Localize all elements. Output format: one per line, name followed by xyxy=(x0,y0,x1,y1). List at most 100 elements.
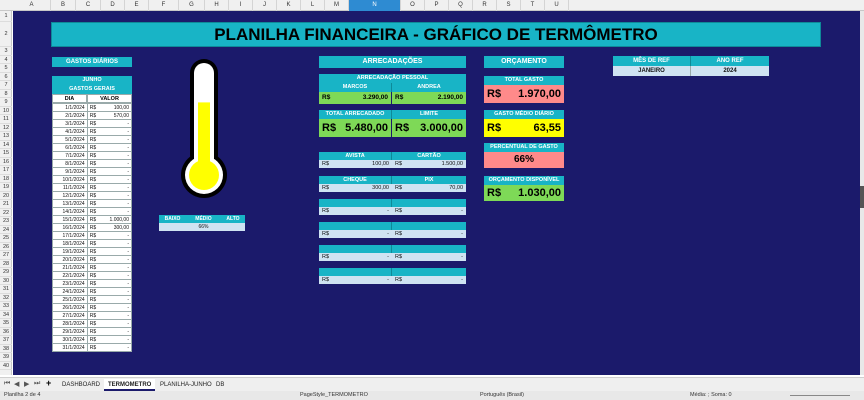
valor-cell[interactable]: R$ - xyxy=(86,279,133,288)
column-header-a[interactable]: A xyxy=(13,0,51,11)
dia-cell[interactable]: 23/1/2024 xyxy=(52,279,88,288)
tab-db[interactable]: DB xyxy=(212,379,228,391)
vertical-scrollbar[interactable] xyxy=(860,11,864,375)
column-header-q[interactable]: Q xyxy=(449,0,473,11)
row-header-14[interactable]: 14 xyxy=(0,141,12,149)
first-sheet-icon[interactable]: ⏮ xyxy=(4,380,10,388)
column-header-h[interactable]: H xyxy=(205,0,229,11)
valor-cell[interactable]: R$ - xyxy=(86,303,133,312)
row-header-8[interactable]: 8 xyxy=(0,90,12,98)
row-header-11[interactable]: 11 xyxy=(0,115,12,124)
add-sheet-button[interactable]: + xyxy=(46,378,51,388)
valor-cell[interactable]: R$ - xyxy=(86,183,133,192)
valor-cell[interactable]: R$ 570,00 xyxy=(86,111,133,120)
column-header-t[interactable]: T xyxy=(521,0,545,11)
column-header-c[interactable]: C xyxy=(76,0,101,11)
row-header-20[interactable]: 20 xyxy=(0,192,12,200)
scrollbar-thumb[interactable] xyxy=(860,186,864,208)
valor-cell[interactable]: R$ 100,00 xyxy=(86,103,133,112)
column-header-p[interactable]: P xyxy=(425,0,449,11)
column-header-m[interactable]: M xyxy=(325,0,349,11)
dia-cell[interactable]: 7/1/2024 xyxy=(52,151,88,160)
row-header-36[interactable]: 36 xyxy=(0,328,12,336)
row-header-27[interactable]: 27 xyxy=(0,251,12,260)
valor-cell[interactable]: R$ - xyxy=(86,247,133,256)
dia-cell[interactable]: 20/1/2024 xyxy=(52,255,88,264)
dia-cell[interactable]: 16/1/2024 xyxy=(52,223,88,232)
column-header-f[interactable]: F xyxy=(149,0,179,11)
row-header-17[interactable]: 17 xyxy=(0,166,12,175)
valor-cell[interactable]: R$ - xyxy=(86,295,133,304)
valor-cell[interactable]: R$ - xyxy=(86,151,133,160)
row-header-31[interactable]: 31 xyxy=(0,285,12,294)
column-header-j[interactable]: J xyxy=(253,0,277,11)
row-header-35[interactable]: 35 xyxy=(0,319,12,328)
row-header-6[interactable]: 6 xyxy=(0,73,12,81)
valor-cell[interactable]: R$ 300,00 xyxy=(86,223,133,232)
dia-cell[interactable]: 31/1/2024 xyxy=(52,343,88,352)
row-header-1[interactable]: 1 xyxy=(0,11,12,22)
sheet-area[interactable]: PLANILHA FINANCEIRA - GRÁFICO DE TERMÔME… xyxy=(13,11,860,375)
valor-cell[interactable]: R$ - xyxy=(86,119,133,128)
column-header-s[interactable]: S xyxy=(497,0,521,11)
row-header-32[interactable]: 32 xyxy=(0,294,12,302)
row-header-25[interactable]: 25 xyxy=(0,234,12,243)
valor-cell[interactable]: R$ - xyxy=(86,127,133,136)
dia-cell[interactable]: 6/1/2024 xyxy=(52,143,88,152)
row-header-33[interactable]: 33 xyxy=(0,302,12,311)
mes-ref-value[interactable]: JANEIRO xyxy=(613,66,691,76)
row-header-39[interactable]: 39 xyxy=(0,353,12,362)
dia-cell[interactable]: 27/1/2024 xyxy=(52,311,88,320)
zoom-slider[interactable] xyxy=(790,395,850,396)
row-header-37[interactable]: 37 xyxy=(0,336,12,345)
row-header-28[interactable]: 28 xyxy=(0,260,12,268)
column-header-r[interactable]: R xyxy=(473,0,497,11)
row-header-24[interactable]: 24 xyxy=(0,226,12,234)
valor-cell[interactable]: R$ - xyxy=(86,231,133,240)
dia-cell[interactable]: 29/1/2024 xyxy=(52,327,88,336)
ano-ref-value[interactable]: 2024 xyxy=(691,66,769,76)
valor-cell[interactable]: R$ - xyxy=(86,135,133,144)
valor-cell[interactable]: R$ - xyxy=(86,287,133,296)
valor-cell[interactable]: R$ - xyxy=(86,311,133,320)
last-sheet-icon[interactable]: ⏭ xyxy=(34,380,40,388)
column-header-i[interactable]: I xyxy=(229,0,253,11)
row-header-7[interactable]: 7 xyxy=(0,81,12,90)
valor-cell[interactable]: R$ - xyxy=(86,175,133,184)
dia-cell[interactable]: 12/1/2024 xyxy=(52,191,88,200)
column-header-n[interactable]: N xyxy=(349,0,401,11)
column-header-b[interactable]: B xyxy=(51,0,76,11)
language[interactable]: Português (Brasil) xyxy=(480,391,524,400)
dia-cell[interactable]: 19/1/2024 xyxy=(52,247,88,256)
dia-cell[interactable]: 21/1/2024 xyxy=(52,263,88,272)
row-header-30[interactable]: 30 xyxy=(0,277,12,285)
valor-cell[interactable]: R$ - xyxy=(86,143,133,152)
dia-cell[interactable]: 26/1/2024 xyxy=(52,303,88,312)
dia-cell[interactable]: 30/1/2024 xyxy=(52,335,88,344)
dia-cell[interactable]: 25/1/2024 xyxy=(52,295,88,304)
row-header-12[interactable]: 12 xyxy=(0,124,12,132)
row-header-5[interactable]: 5 xyxy=(0,64,12,73)
row-header-18[interactable]: 18 xyxy=(0,175,12,183)
valor-cell[interactable]: R$ - xyxy=(86,343,133,352)
column-header-u[interactable]: U xyxy=(545,0,569,11)
valor-cell[interactable]: R$ - xyxy=(86,167,133,176)
dia-cell[interactable]: 22/1/2024 xyxy=(52,271,88,280)
valor-cell[interactable]: R$ - xyxy=(86,319,133,328)
row-header-40[interactable]: 40 xyxy=(0,362,12,370)
dia-cell[interactable]: 24/1/2024 xyxy=(52,287,88,296)
column-header-d[interactable]: D xyxy=(101,0,125,11)
dia-cell[interactable]: 28/1/2024 xyxy=(52,319,88,328)
dia-cell[interactable]: 10/1/2024 xyxy=(52,175,88,184)
row-header-22[interactable]: 22 xyxy=(0,209,12,217)
dia-cell[interactable]: 8/1/2024 xyxy=(52,159,88,168)
row-header-2[interactable]: 2 xyxy=(0,22,12,47)
valor-cell[interactable]: R$ - xyxy=(86,335,133,344)
dia-cell[interactable]: 3/1/2024 xyxy=(52,119,88,128)
valor-cell[interactable]: R$ - xyxy=(86,239,133,248)
row-header-13[interactable]: 13 xyxy=(0,132,12,141)
valor-cell[interactable]: R$ - xyxy=(86,263,133,272)
row-header-15[interactable]: 15 xyxy=(0,149,12,158)
dia-cell[interactable]: 9/1/2024 xyxy=(52,167,88,176)
tab-termometro[interactable]: TERMOMETRO xyxy=(104,379,156,391)
